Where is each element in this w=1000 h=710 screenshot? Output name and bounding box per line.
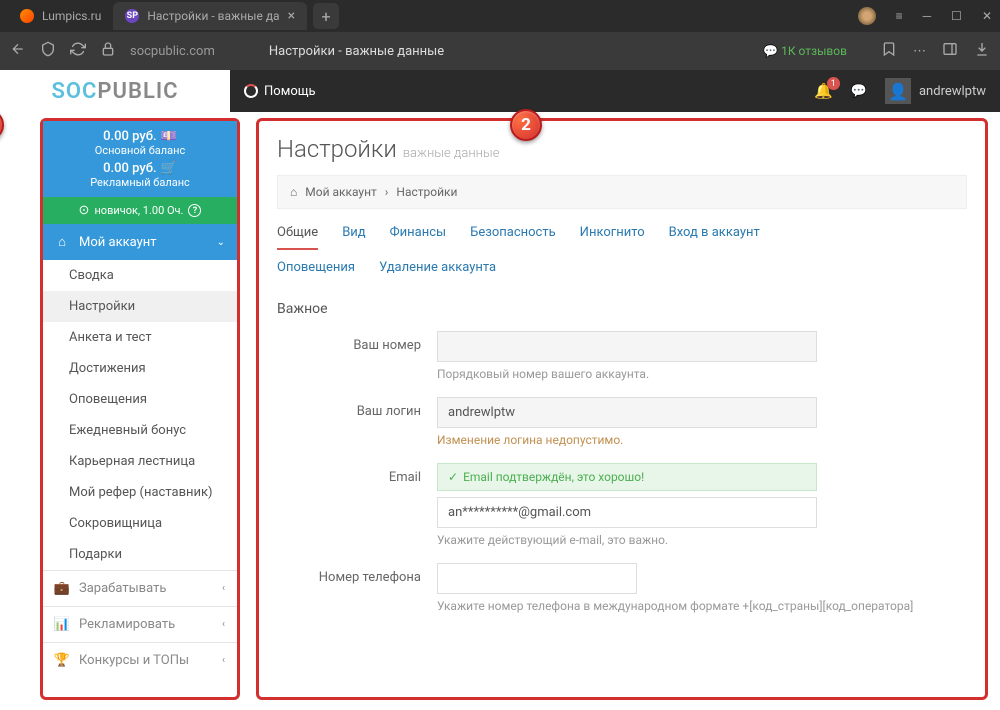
tab-security[interactable]: Безопасность (470, 225, 556, 250)
breadcrumb: ⌂ Мой аккаунт› Настройки (277, 175, 967, 209)
home-icon: ⌂ (55, 234, 69, 250)
tabs-row: Общие Вид Финансы Безопасность Инкогнито… (277, 225, 967, 250)
sidebar-sub-summary[interactable]: Сводка (43, 260, 237, 291)
email-confirmed: ✓ Email подтверждён, это хорошо! (437, 463, 817, 491)
shield-icon[interactable] (40, 41, 56, 61)
label-email: Email (277, 463, 437, 547)
tabs-row2: Оповещения Удаление аккаунта (277, 260, 967, 283)
email-help: Укажите действующий e-mail, это важно. (437, 533, 967, 547)
sidebar-sub-referral[interactable]: Мой рефер (наставник) (43, 477, 237, 508)
sidebar-item-earn[interactable]: 💼 Зарабатывать‹ (43, 570, 237, 606)
breadcrumb-current: Настройки (396, 185, 457, 199)
favicon-icon: SP (125, 9, 139, 23)
sidebar-sub-bonus[interactable]: Ежедневный бонус (43, 415, 237, 446)
home-icon[interactable]: ⌂ (290, 185, 297, 199)
sidebar-sub-notif[interactable]: Оповещения (43, 384, 237, 415)
main-content: Настройки важные данные ⌂ Мой аккаунт› Н… (256, 118, 988, 700)
reviews-link[interactable]: 💬 1К отзывов (763, 44, 847, 58)
sidebar-sub-settings[interactable]: Настройки (43, 291, 237, 322)
balance-block[interactable]: 0.00 руб. 💷 Основной баланс 0.00 руб. 🛒 … (43, 121, 237, 197)
check-icon: ✓ (448, 470, 458, 484)
tab-label: Настройки - важные да (147, 9, 279, 23)
tab-label: Lumpics.ru (42, 9, 101, 23)
sidebar-toggle-icon[interactable] (942, 41, 958, 61)
section-title: Важное (277, 301, 967, 317)
notifications-icon[interactable]: 🔔1 (814, 82, 833, 100)
sidebar-sub-survey[interactable]: Анкета и тест (43, 322, 237, 353)
chevron-left-icon: ‹ (222, 655, 225, 666)
number-help: Порядковый номер вашего аккаунта. (437, 367, 967, 381)
callout-1: 1 (0, 109, 4, 141)
help-link[interactable]: Помощь (244, 84, 316, 99)
tab-lumpics[interactable]: Lumpics.ru (8, 2, 113, 30)
sidebar-sub-treasury[interactable]: Сокровищница (43, 508, 237, 539)
sidebar-sub-career[interactable]: Карьерная лестница (43, 446, 237, 477)
close-icon[interactable]: × (288, 8, 295, 24)
bookmark-icon[interactable] (881, 41, 897, 61)
phone-input[interactable] (437, 563, 637, 594)
username: andrewlptw (919, 84, 986, 99)
chevron-left-icon: ‹ (222, 619, 225, 630)
browser-tabs: Lumpics.ru SP Настройки - важные да × + … (0, 0, 1000, 32)
tab-finance[interactable]: Финансы (390, 225, 447, 250)
lifebuoy-icon (244, 84, 258, 98)
page-title-bar: Настройки - важные данные (269, 44, 444, 59)
minimize-icon[interactable]: ─ (923, 9, 932, 23)
tab-alerts[interactable]: Оповещения (277, 260, 355, 283)
sidebar-item-advertise[interactable]: 📊 Рекламировать‹ (43, 606, 237, 642)
sidebar-sub-achievements[interactable]: Достижения (43, 353, 237, 384)
favicon-icon (20, 9, 34, 23)
label-login: Ваш логин (277, 397, 437, 447)
chevron-left-icon: ‹ (222, 583, 225, 594)
tab-view[interactable]: Вид (342, 225, 365, 250)
logo[interactable]: SOCPUBLIC (0, 79, 230, 104)
login-input (437, 397, 817, 428)
callout-2: 2 (510, 109, 542, 141)
page-heading: Настройки важные данные (277, 135, 967, 163)
number-input (437, 331, 817, 362)
phone-help: Укажите номер телефона в международном ф… (437, 599, 967, 613)
new-tab-button[interactable]: + (313, 3, 339, 29)
url[interactable]: socpublic.com (130, 44, 215, 59)
chart-icon: 📊 (55, 617, 69, 632)
lock-icon[interactable] (100, 41, 116, 61)
chat-icon[interactable]: 💬 (851, 84, 867, 99)
site-header: SOCPUBLIC Помощь 🔔1 💬 👤 andrewlptw (0, 70, 1000, 112)
label-number: Ваш номер (277, 331, 437, 381)
avatar: 👤 (885, 78, 911, 104)
login-help: Изменение логина недопустимо. (437, 433, 967, 447)
user-menu[interactable]: 👤 andrewlptw (885, 78, 986, 104)
download-icon[interactable] (974, 41, 990, 61)
tab-delete[interactable]: Удаление аккаунта (379, 260, 496, 283)
address-bar: socpublic.com Настройки - важные данные … (0, 32, 1000, 70)
briefcase-icon: 💼 (55, 581, 69, 596)
user-status[interactable]: ⊙ новичок, 1.00 Оч. ? (43, 197, 237, 224)
tab-general[interactable]: Общие (277, 225, 318, 250)
tab-incognito[interactable]: Инкогнито (580, 225, 645, 250)
maximize-icon[interactable]: ☐ (951, 9, 962, 23)
tab-socpublic[interactable]: SP Настройки - важные да × (113, 2, 307, 30)
breadcrumb-link[interactable]: Мой аккаунт (305, 185, 377, 199)
sidebar: 0.00 руб. 💷 Основной баланс 0.00 руб. 🛒 … (40, 118, 240, 700)
menu-icon[interactable]: ≡ (896, 9, 903, 23)
chevron-down-icon: ⌄ (217, 237, 225, 248)
trophy-icon: 🏆 (55, 653, 69, 668)
extension-icon[interactable] (858, 7, 876, 25)
sidebar-item-contests[interactable]: 🏆 Конкурсы и ТОПы‹ (43, 642, 237, 678)
sidebar-item-account[interactable]: ⌂ Мой аккаунт ⌄ (43, 224, 237, 260)
close-window-icon[interactable]: ✕ (982, 9, 992, 23)
help-icon[interactable]: ? (188, 204, 201, 217)
sidebar-sub-gifts[interactable]: Подарки (43, 539, 237, 570)
back-icon[interactable] (10, 41, 26, 61)
email-input[interactable] (437, 497, 817, 528)
more-icon[interactable]: ⋯ (913, 44, 926, 59)
notif-badge: 1 (827, 77, 840, 90)
tab-login[interactable]: Вход в аккаунт (669, 225, 760, 250)
reload-icon[interactable] (70, 41, 86, 61)
label-phone: Номер телефона (277, 563, 437, 613)
